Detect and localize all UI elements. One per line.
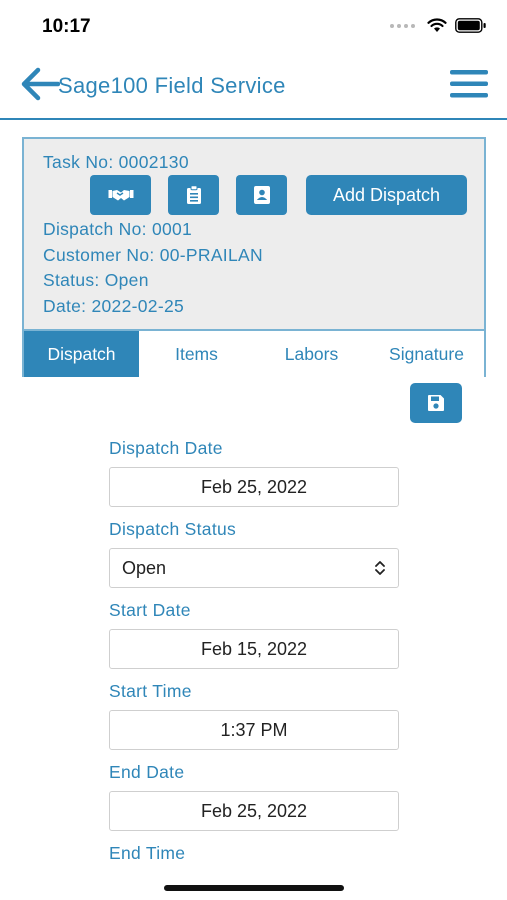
- end-date-field[interactable]: Feb 25, 2022: [109, 791, 399, 831]
- handshake-icon: [108, 190, 133, 201]
- clipboard-button[interactable]: [168, 175, 219, 215]
- tab-labors[interactable]: Labors: [254, 331, 369, 377]
- add-dispatch-button[interactable]: Add Dispatch: [306, 175, 467, 215]
- tab-signature[interactable]: Signature: [369, 331, 484, 377]
- status-icons: [390, 18, 487, 33]
- task-panel: Task No: 0002130 Add Dispatch Dispatch N…: [22, 137, 486, 377]
- nav-bar: Sage100 Field Service: [0, 52, 507, 120]
- dispatch-date-field[interactable]: Feb 25, 2022: [109, 467, 399, 507]
- end-date-label: End Date: [109, 762, 185, 782]
- task-status: Status: Open: [43, 270, 149, 290]
- contact-card-icon: [253, 186, 270, 204]
- dispatch-status-label: Dispatch Status: [109, 519, 237, 539]
- clipboard-icon: [186, 185, 201, 204]
- customer-number: Customer No: 00-PRAILAN: [43, 245, 263, 265]
- battery-icon: [455, 18, 486, 33]
- start-time-field[interactable]: 1:37 PM: [109, 710, 399, 750]
- hamburger-menu-icon: [450, 70, 488, 98]
- status-bar: 10:17: [0, 0, 507, 52]
- dispatch-status-select[interactable]: Open: [109, 548, 399, 588]
- start-time-label: Start Time: [109, 681, 192, 701]
- save-icon: [428, 395, 444, 411]
- dispatch-number: Dispatch No: 0001: [43, 219, 193, 239]
- wifi-icon: [427, 18, 447, 32]
- arrow-left-icon: [21, 67, 61, 101]
- tab-dispatch[interactable]: Dispatch: [24, 331, 139, 377]
- tab-items[interactable]: Items: [139, 331, 254, 377]
- tab-bar: Dispatch Items Labors Signature: [24, 329, 484, 377]
- home-indicator[interactable]: [164, 885, 344, 891]
- start-date-field[interactable]: Feb 15, 2022: [109, 629, 399, 669]
- dispatch-date-label: Dispatch Date: [109, 438, 223, 458]
- end-time-label: End Time: [109, 843, 186, 863]
- signal-icon: [390, 23, 415, 28]
- back-button[interactable]: [20, 66, 61, 102]
- handshake-button[interactable]: [90, 175, 151, 215]
- start-date-label: Start Date: [109, 600, 191, 620]
- chevron-up-down-icon: [375, 561, 385, 575]
- task-date: Date: 2022-02-25: [43, 296, 185, 316]
- status-time: 10:17: [42, 16, 91, 37]
- page-title: Sage100 Field Service: [58, 73, 286, 98]
- menu-button[interactable]: [449, 68, 489, 100]
- task-number: Task No: 0002130: [43, 152, 189, 172]
- save-button[interactable]: [410, 383, 462, 423]
- dispatch-status-value: Open: [122, 557, 167, 578]
- contact-button[interactable]: [236, 175, 287, 215]
